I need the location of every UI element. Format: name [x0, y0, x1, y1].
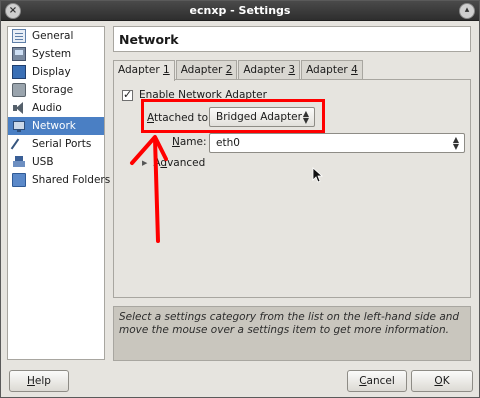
help-rest: elp: [34, 375, 51, 387]
name-accel: N: [172, 136, 180, 148]
mouse-cursor-icon: [312, 167, 324, 183]
tab-accel: 3: [288, 64, 296, 76]
sidebar-item-display[interactable]: Display: [8, 63, 104, 81]
sidebar-item-label: General: [32, 30, 74, 42]
sidebar-item-label: Serial Ports: [32, 138, 92, 150]
sidebar-item-network[interactable]: Network: [8, 117, 104, 135]
tab-adapter-1[interactable]: Adapter 1: [113, 60, 175, 81]
adapter-tabs: Adapter 1 Adapter 2 Adapter 3 Adapter 4: [113, 60, 364, 81]
sidebar-item-label: Network: [32, 120, 76, 132]
usb-icon: [12, 155, 26, 169]
page-title: Network: [119, 32, 179, 47]
sidebar-item-shared-folders[interactable]: Shared Folders: [8, 171, 110, 189]
sidebar-item-usb[interactable]: USB: [8, 153, 104, 171]
cancel-rest: ancel: [366, 375, 395, 387]
settings-window: × ecnxp - Settings ▴ General System Disp…: [0, 0, 480, 398]
display-icon: [12, 65, 26, 79]
tab-adapter-3[interactable]: Adapter 3: [238, 60, 301, 80]
up-down-arrows-icon: ▲ ▼: [452, 135, 459, 151]
annotation-arrow-icon: [130, 135, 168, 243]
system-icon: [12, 47, 26, 61]
sidebar-item-label: Storage: [32, 84, 74, 96]
tab-label: Adapter: [306, 64, 352, 76]
info-text: Select a settings category from the list…: [119, 311, 460, 336]
info-panel: Select a settings category from the list…: [113, 306, 471, 361]
sidebar-item-serial-ports[interactable]: Serial Ports: [8, 135, 104, 153]
shared-folders-icon: [12, 173, 26, 187]
sidebar-item-label: USB: [32, 156, 54, 168]
general-icon: [12, 29, 26, 43]
tab-accel: 4: [351, 64, 358, 76]
enable-adapter-checkbox[interactable]: [122, 88, 133, 101]
cancel-button[interactable]: Cancel: [347, 370, 407, 392]
title-bar[interactable]: × ecnxp - Settings ▴: [1, 1, 479, 21]
window-title: ecnxp - Settings: [189, 4, 291, 17]
name-rest: ame:: [179, 136, 207, 148]
network-icon: [12, 119, 26, 133]
tab-adapter-2[interactable]: Adapter 2: [175, 60, 238, 80]
tab-label: Adapter: [180, 64, 226, 76]
sidebar-item-label: System: [32, 48, 72, 60]
ok-button[interactable]: OK: [411, 370, 473, 392]
maximize-icon[interactable]: ▴: [459, 3, 475, 19]
sidebar-item-audio[interactable]: Audio: [8, 99, 104, 117]
page-header: Network: [113, 26, 471, 52]
settings-category-list[interactable]: General System Display Storage Audio Net…: [7, 26, 110, 360]
serial-ports-icon: [12, 137, 26, 151]
cancel-accel: C: [359, 375, 367, 387]
name-value: eth0: [216, 137, 240, 149]
sidebar-item-label: Display: [32, 66, 71, 78]
tab-accel: 2: [225, 64, 233, 76]
audio-icon: [12, 101, 26, 115]
tab-accel: 1: [163, 64, 170, 76]
sidebar-item-general[interactable]: General: [8, 27, 104, 45]
ok-rest: K: [442, 375, 450, 387]
sidebar-item-storage[interactable]: Storage: [8, 81, 104, 99]
tab-adapter-4[interactable]: Adapter 4: [301, 60, 363, 80]
advanced-rest: vanced: [167, 157, 206, 169]
tab-label: Adapter: [118, 64, 163, 76]
sidebar-item-system[interactable]: System: [8, 45, 104, 63]
sidebar-item-label: Audio: [32, 102, 62, 114]
name-label: Name:: [172, 136, 207, 148]
name-select[interactable]: eth0 ▲ ▼: [209, 133, 465, 153]
ok-accel: O: [434, 375, 443, 387]
annotation-highlight-box: [141, 99, 325, 133]
tab-label: Adapter: [243, 64, 289, 76]
storage-icon: [12, 83, 26, 97]
sidebar-item-label: Shared Folders: [32, 174, 111, 186]
help-accel: H: [27, 375, 35, 387]
help-button[interactable]: Help: [9, 370, 69, 392]
